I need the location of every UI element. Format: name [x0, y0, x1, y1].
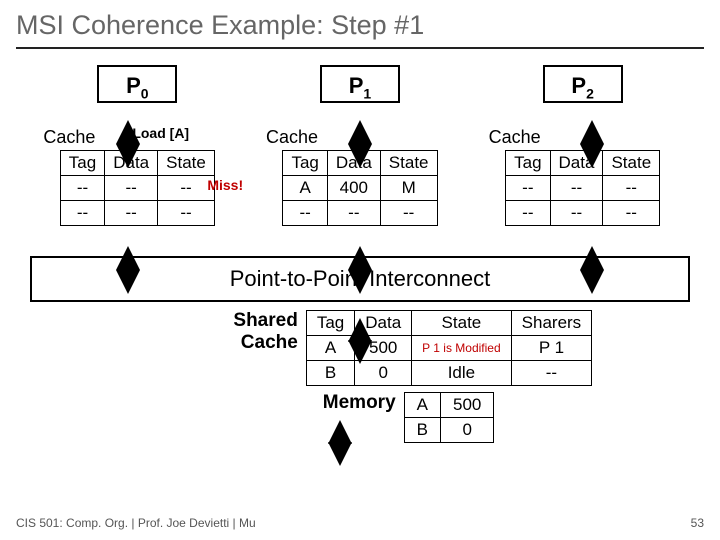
cache-table-p2: TagDataState ------ ------	[505, 150, 660, 226]
slide-title: MSI Coherence Example: Step #1	[16, 10, 704, 49]
cache-table-p1: TagDataState A400M ------	[282, 150, 437, 226]
shared-cache-table: TagDataStateSharers A500P 1 is ModifiedP…	[306, 310, 592, 386]
cache-label: Cache	[483, 127, 683, 148]
footer: CIS 501: Comp. Org. | Prof. Joe Devietti…	[16, 516, 704, 530]
miss-annotation: Miss!	[207, 177, 243, 193]
cache-p2: Cache TagDataState ------ ------	[483, 127, 683, 226]
cache-table-p0: TagDataState ------ ------	[60, 150, 215, 226]
processor-p1: P1	[320, 65, 400, 103]
shared-cache-label: SharedCache	[128, 310, 298, 354]
cache-row: Load [A] Miss! Cache TagDataState ------…	[26, 127, 694, 226]
memory-label: Memory	[226, 392, 396, 414]
footer-left: CIS 501: Comp. Org. | Prof. Joe Devietti…	[16, 516, 256, 530]
interconnect-box: Point-to-Point Interconnect	[30, 256, 690, 302]
cache-p1: Cache TagDataState A400M ------	[260, 127, 460, 226]
cache-p0: Load [A] Miss! Cache TagDataState ------…	[37, 127, 237, 226]
footer-page-number: 53	[691, 516, 704, 530]
processor-row: P0 P1 P2	[26, 65, 694, 103]
processor-p2: P2	[543, 65, 623, 103]
load-annotation: Load [A]	[132, 125, 189, 141]
processor-p0: P0	[97, 65, 177, 103]
cache-label: Cache	[260, 127, 460, 148]
memory-table: A500 B0	[404, 392, 495, 443]
